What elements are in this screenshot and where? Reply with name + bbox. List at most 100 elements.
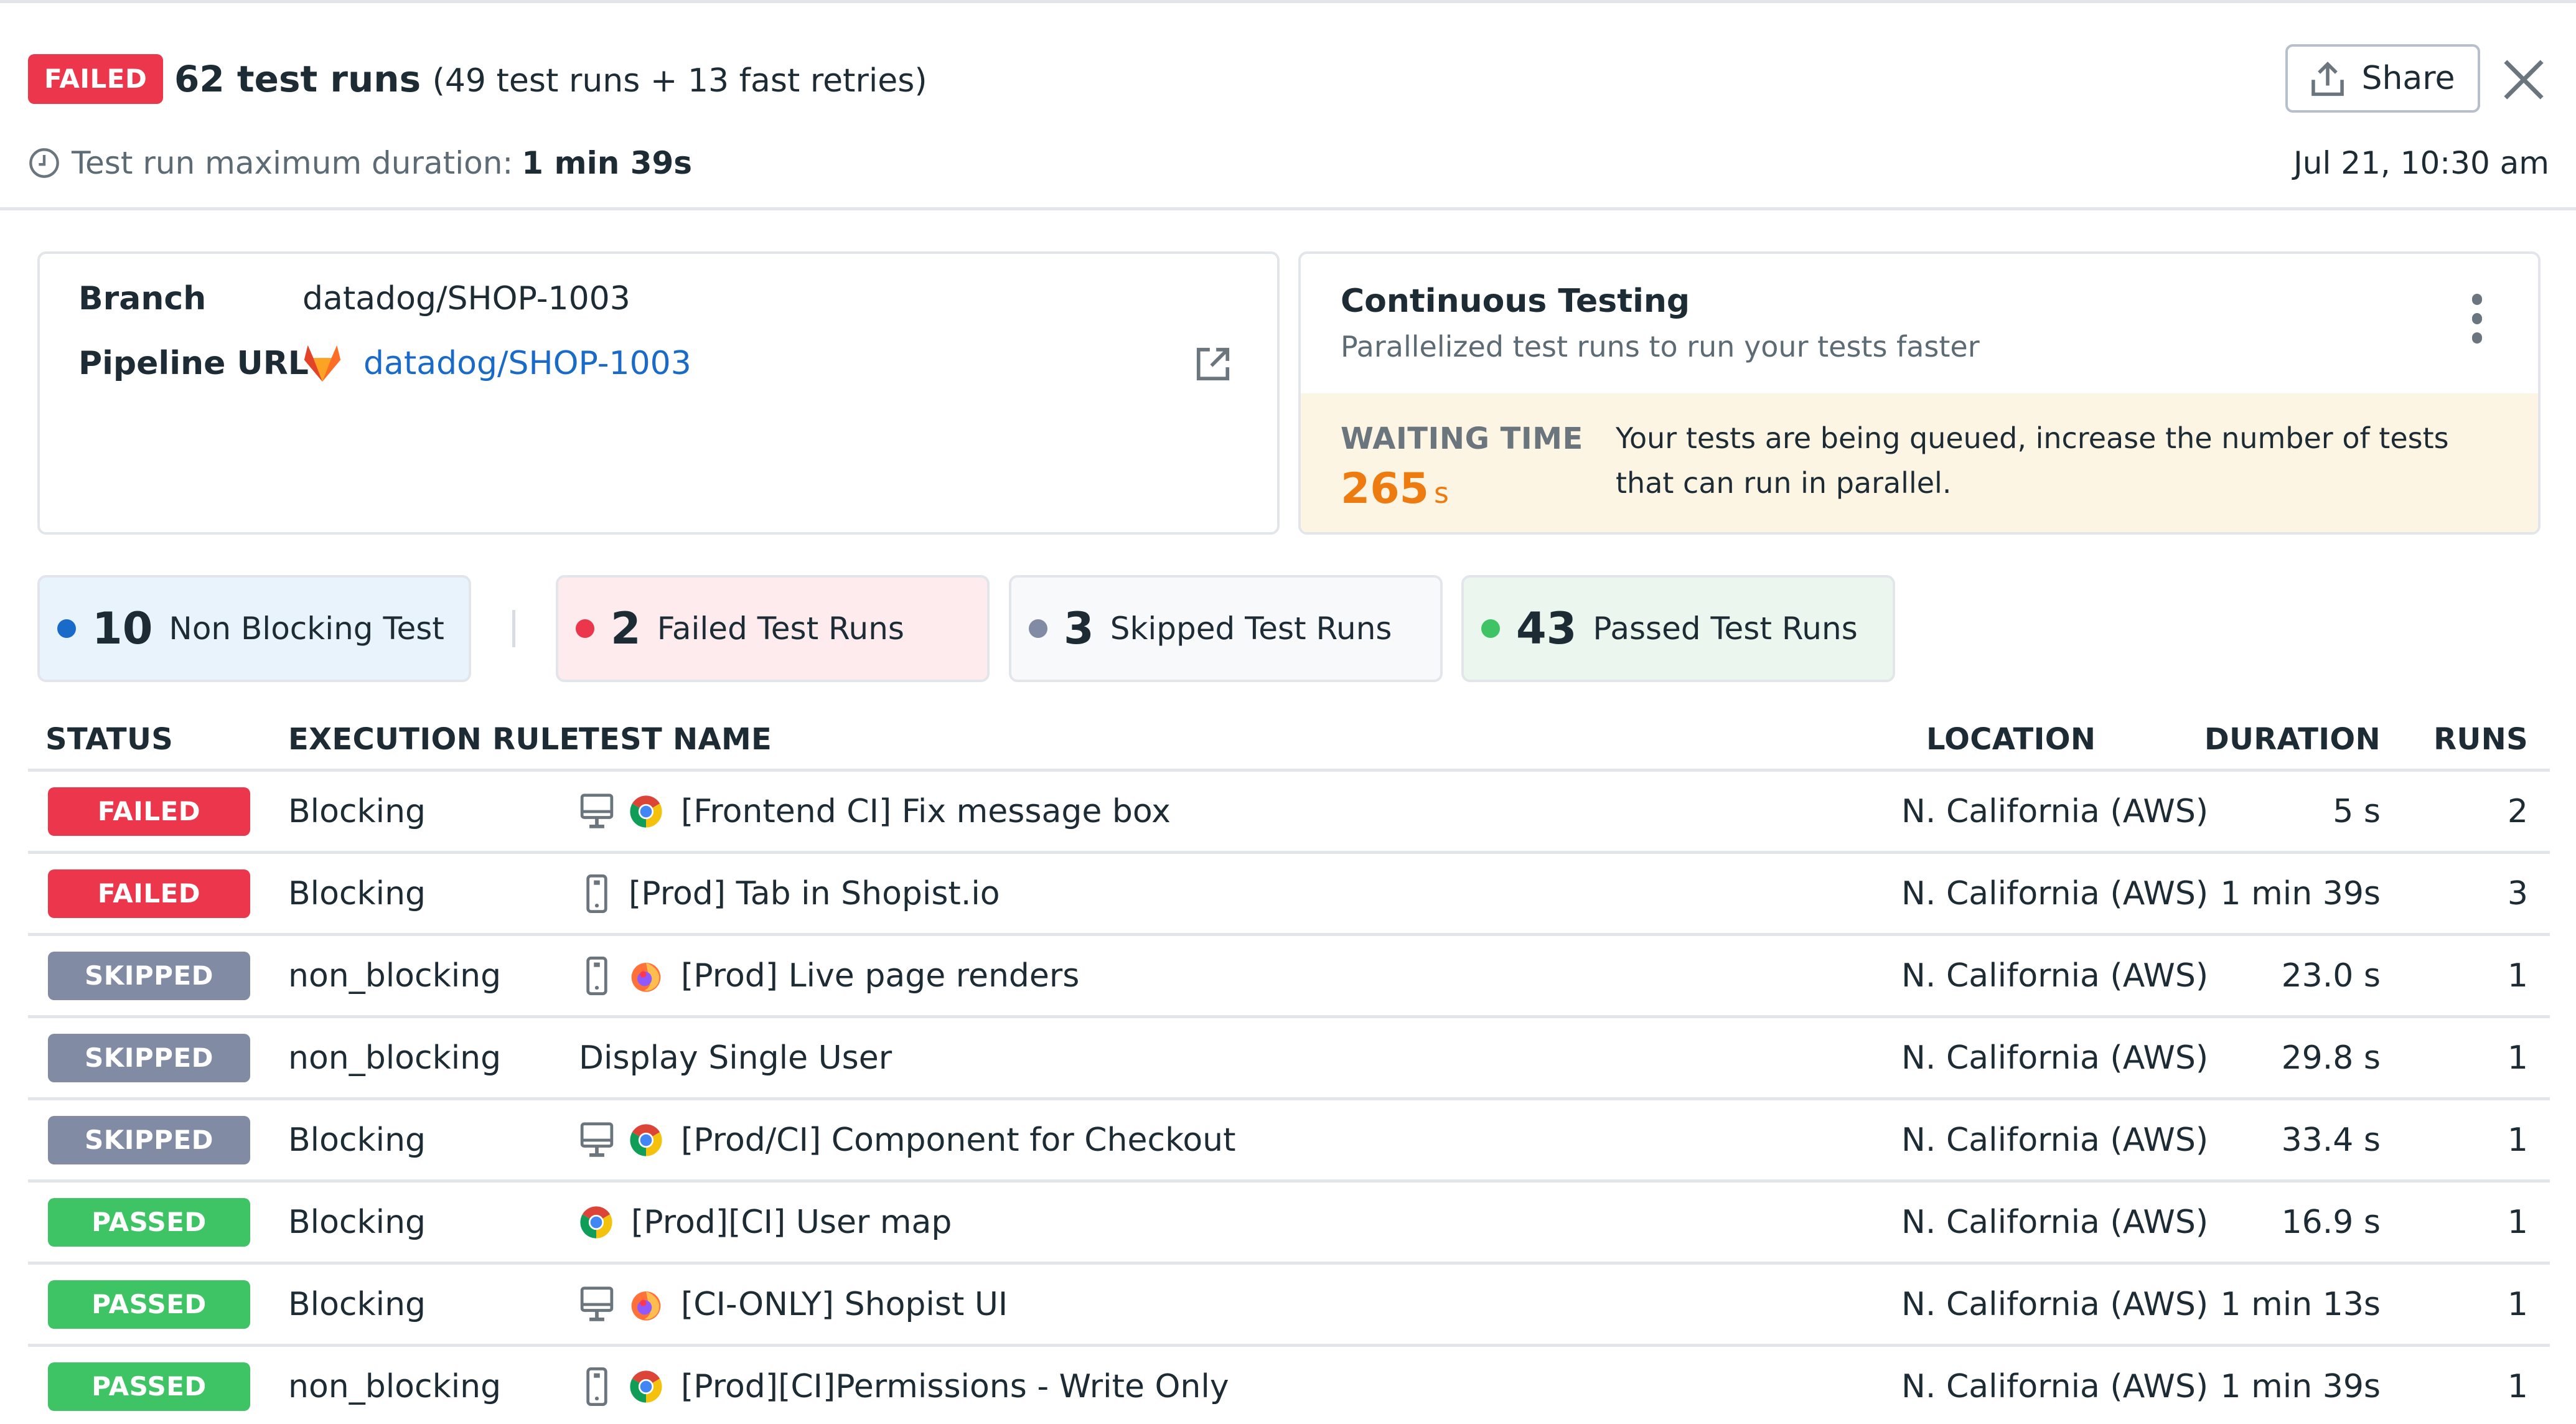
non-blocking-count: 10 [92,603,153,654]
test-name[interactable]: [CI-ONLY] Shopist UI [681,1286,1008,1323]
max-duration-label: Test run maximum duration: [72,145,513,181]
max-duration-value: 1 min 39s [522,145,693,181]
execution-rule: non_blocking [288,1039,502,1077]
status-cell: PASSED [48,1347,250,1424]
duration: 29.8 s [2281,1039,2381,1077]
location: N. California (AWS) [1901,1039,2209,1077]
status-badge: PASSED [48,1197,250,1247]
close-icon[interactable] [2502,58,2546,101]
filter-non-blocking[interactable]: 10 Non Blocking Test [37,575,471,682]
location: N. California (AWS) [1901,1203,2209,1241]
location: N. California (AWS) [1901,874,2209,912]
test-name[interactable]: [Prod] Live page renders [681,957,1079,995]
test-name[interactable]: [Frontend CI] Fix message box [681,793,1171,830]
waiting-time-unit: s [1433,476,1449,510]
table-header: STATUS EXECUTION RULE TEST NAME LOCATION… [28,710,2550,772]
status-badge: SKIPPED [48,951,250,1000]
firefox-icon [631,962,661,992]
table-row[interactable]: SKIPPED non_blocking Display Single User N.… [28,1018,2550,1100]
col-runs[interactable]: RUNS [2433,717,2528,762]
header: FAILED 62 test runs (49 test runs + 13 f… [0,3,2576,210]
execution-rule: non_blocking [288,1367,502,1405]
col-execution-rule[interactable]: EXECUTION RULE [288,717,580,762]
test-name[interactable]: Display Single User [579,1039,892,1077]
test-name[interactable]: [Prod][CI] User map [631,1204,952,1241]
table-row[interactable]: FAILED Blocking [Frontend CI] Fix message … [28,772,2550,854]
filter-passed[interactable]: 43 Passed Test Runs [1461,575,1895,682]
test-name[interactable]: [Prod] Tab in Shopist.io [629,875,1000,912]
status-badge: PASSED [48,1362,250,1411]
desktop-icon [580,793,614,828]
waiting-time-message: Your tests are being queued, increase th… [1616,421,2449,500]
branch-card: Branch datadog/SHOP-1003 Pipeline URL da… [37,251,1280,535]
test-run-count: 62 test runs [174,58,421,100]
col-location[interactable]: LOCATION [1926,717,2096,762]
status-dot [1481,619,1500,638]
duration: 1 min 39s [2220,874,2381,912]
waiting-time-panel: WAITING TIME 265 s Your tests are being q… [1301,393,2538,532]
status-badge: FAILED [48,787,250,836]
clock-icon [29,148,59,178]
table-row[interactable]: PASSED Blocking [CI-ONLY] Shopist UI N. Cal… [28,1265,2550,1347]
status-badge: SKIPPED [48,1033,250,1082]
duration: 33.4 s [2281,1121,2381,1159]
ct-subtitle: Parallelized test runs to run your tests… [1341,330,1980,363]
duration: 1 min 13s [2220,1285,2381,1323]
table-row[interactable]: FAILED Blocking [Prod] Tab in Shopist.io N.… [28,854,2550,936]
runs: 3 [2507,874,2528,912]
col-duration[interactable]: DURATION [2204,717,2381,762]
desktop-icon [580,1122,614,1157]
table-body: FAILED Blocking [Frontend CI] Fix message … [28,772,2550,1424]
table-row[interactable]: PASSED non_blocking [Prod][CI]Permissions … [28,1347,2550,1424]
test-name[interactable]: [Prod/CI] Component for Checkout [681,1122,1236,1159]
test-name[interactable]: [Prod][CI]Permissions - Write Only [681,1368,1229,1405]
chrome-icon [630,1370,662,1403]
run-date: Jul 21, 10:30 am [2293,145,2549,181]
execution-rule: Blocking [288,792,426,830]
runs: 1 [2507,1203,2528,1241]
desktop-icon [580,1286,614,1321]
test-name-cell: [Frontend CI] Fix message box [579,772,1171,851]
failed-count: 2 [611,603,641,654]
share-label: Share [2361,60,2455,97]
gitlab-icon [304,345,341,382]
test-name-cell: [Prod][CI] User map [579,1183,952,1262]
col-test-name[interactable]: TEST NAME [579,717,772,762]
pipeline-label: Pipeline URL [78,345,309,382]
table-row[interactable]: PASSED Blocking [Prod][CI] User map N. Cali… [28,1183,2550,1265]
execution-rule: non_blocking [288,957,502,995]
col-status[interactable]: STATUS [45,717,173,762]
runs: 1 [2507,1367,2528,1405]
chrome-icon [630,1123,662,1156]
test-name-cell: Display Single User [579,1018,892,1097]
filter-failed[interactable]: 2 Failed Test Runs [556,575,990,682]
location: N. California (AWS) [1901,957,2209,995]
more-options-icon[interactable] [2470,294,2485,344]
status-dot [576,619,594,638]
table-row[interactable]: SKIPPED non_blocking [Prod] Live page rend… [28,936,2550,1018]
runs: 1 [2507,1039,2528,1077]
status-dot [57,619,76,638]
external-link-icon[interactable] [1194,345,1232,383]
status-cell: PASSED [48,1265,250,1344]
runs: 2 [2507,792,2528,830]
pipeline-link[interactable]: datadog/SHOP-1003 [363,341,691,386]
run-status-badge: FAILED [28,54,164,104]
runs: 1 [2507,957,2528,995]
filter-skipped[interactable]: 3 Skipped Test Runs [1009,575,1443,682]
test-name-cell: [Prod] Live page renders [579,936,1079,1015]
waiting-time-value: 265 s [1341,464,1449,518]
divider [512,610,515,647]
pipeline-row: Pipeline URL datadog/SHOP-1003 [78,341,691,386]
passed-count: 43 [1516,603,1577,654]
execution-rule: Blocking [288,1121,426,1159]
status-cell: SKIPPED [48,1100,250,1179]
execution-rule: Blocking [288,874,426,912]
waiting-time-label: WAITING TIME [1341,421,1583,456]
duration: 5 s [2333,792,2381,830]
share-button[interactable]: Share [2285,44,2480,113]
branch-label: Branch [78,280,207,317]
status-badge: PASSED [48,1280,250,1329]
test-name-cell: [Prod] Tab in Shopist.io [579,854,1000,933]
table-row[interactable]: SKIPPED Blocking [Prod/CI] Component for C… [28,1100,2550,1183]
